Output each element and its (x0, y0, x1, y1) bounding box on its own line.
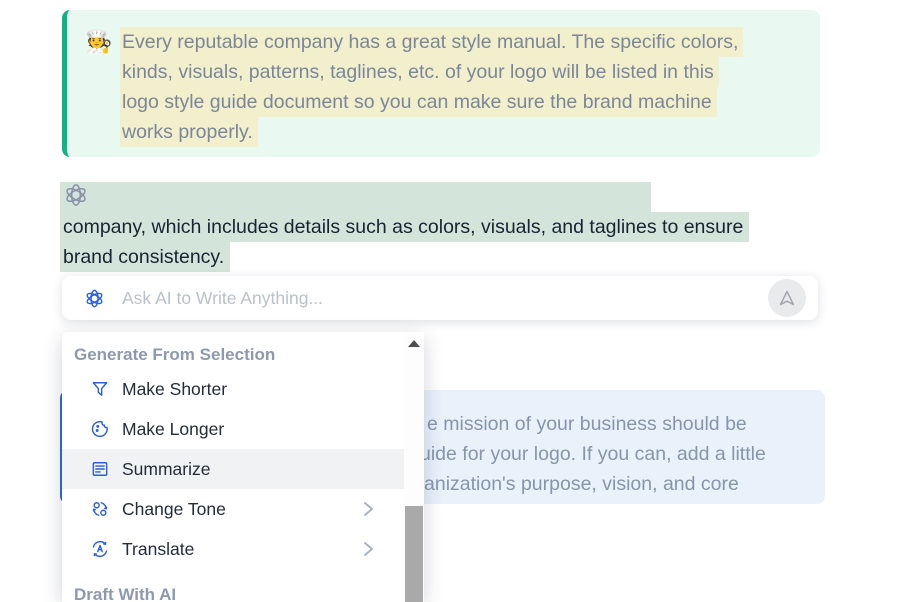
menu-item-translate[interactable]: Translate (62, 529, 404, 569)
menu-section-header: Draft With AI (62, 569, 424, 602)
menu-item-summarize[interactable]: Summarize (62, 449, 404, 489)
paper-plane-up-icon (776, 287, 798, 309)
ai-summary-paragraph: The text discusses the importance of hav… (60, 182, 749, 272)
change-tone-icon (90, 499, 110, 519)
scroll-up-arrow-icon[interactable] (408, 340, 420, 347)
menu-item-make-shorter[interactable]: Make Shorter (62, 369, 404, 409)
menu-section-header: Generate From Selection (62, 332, 424, 369)
scrollbar-thumb[interactable] (405, 506, 423, 602)
cookie-icon (90, 419, 110, 439)
callout-line: Every reputable company has a great styl… (120, 27, 743, 57)
ai-dropdown-menu: Generate From Selection Make Shorter Mak… (62, 332, 424, 602)
ai-atom-icon (63, 182, 89, 208)
callout-line: works properly. (120, 117, 258, 147)
menu-item-make-longer[interactable]: Make Longer (62, 409, 404, 449)
menu-item-label: Translate (122, 539, 194, 560)
menu-item-label: Make Shorter (122, 379, 227, 400)
menu-scrollbar[interactable] (404, 332, 424, 602)
callout-line: logo style guide document so you can mak… (120, 87, 717, 117)
menu-item-label: Summarize (122, 459, 211, 480)
ai-input-placeholder[interactable]: Ask AI to Write Anything... (122, 288, 323, 309)
callout-line: kinds, visuals, patterns, taglines, etc.… (120, 57, 719, 87)
menu-item-change-tone[interactable]: Change Tone (62, 489, 404, 529)
callout-text: Every reputable company has a great styl… (120, 27, 743, 147)
paragraph-fragment: uide for your logo. If you can, add a li… (420, 439, 766, 469)
chevron-right-icon (360, 499, 376, 519)
chef-emoji: 🧑‍🍳 (85, 29, 112, 55)
ai-input-bar[interactable]: Ask AI to Write Anything... (62, 276, 818, 320)
summary-line: brand consistency. (60, 242, 230, 272)
ai-atom-icon (84, 288, 105, 309)
document-editor-screen: 🧑‍🍳 Every reputable company has a great … (0, 0, 901, 602)
menu-item-label: Make Longer (122, 419, 224, 440)
paragraph-fragment: e mission of your business should be (427, 409, 747, 439)
paragraph-fragment: anization's purpose, vision, and core (424, 469, 739, 499)
summary-line: company, which includes details such as … (60, 212, 749, 242)
funnel-icon (90, 379, 110, 399)
chevron-right-icon (360, 539, 376, 559)
summarize-doc-icon (90, 459, 110, 479)
menu-item-label: Change Tone (122, 499, 226, 520)
translate-icon (90, 539, 110, 559)
callout-block: 🧑‍🍳 Every reputable company has a great … (62, 10, 820, 157)
send-button[interactable] (768, 279, 806, 317)
